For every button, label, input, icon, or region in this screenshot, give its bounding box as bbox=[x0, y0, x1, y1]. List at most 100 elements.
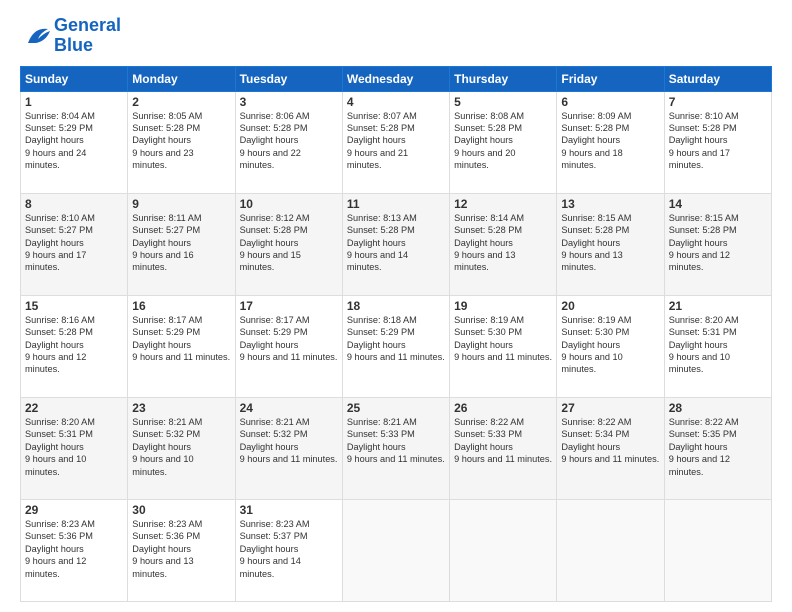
calendar-cell: 12 Sunrise: 8:14 AM Sunset: 5:28 PM Dayl… bbox=[450, 193, 557, 295]
daylight-duration: 9 hours and 13 minutes. bbox=[561, 250, 622, 272]
daylight-duration: 9 hours and 21 minutes. bbox=[347, 148, 408, 170]
calendar-cell: 18 Sunrise: 8:18 AM Sunset: 5:29 PM Dayl… bbox=[342, 295, 449, 397]
day-info: Sunrise: 8:10 AM Sunset: 5:28 PM Dayligh… bbox=[669, 110, 767, 172]
day-info: Sunrise: 8:10 AM Sunset: 5:27 PM Dayligh… bbox=[25, 212, 123, 274]
daylight-label: Daylight hours bbox=[561, 442, 620, 452]
day-info: Sunrise: 8:20 AM Sunset: 5:31 PM Dayligh… bbox=[25, 416, 123, 478]
sunrise-label: Sunrise: 8:07 AM bbox=[347, 111, 417, 121]
day-number: 10 bbox=[240, 197, 338, 211]
sunrise-label: Sunrise: 8:11 AM bbox=[132, 213, 201, 223]
calendar-cell: 4 Sunrise: 8:07 AM Sunset: 5:28 PM Dayli… bbox=[342, 91, 449, 193]
sunset-label: Sunset: 5:28 PM bbox=[561, 225, 629, 235]
daylight-duration: 9 hours and 13 minutes. bbox=[454, 250, 515, 272]
sunset-label: Sunset: 5:29 PM bbox=[25, 123, 93, 133]
sunset-label: Sunset: 5:28 PM bbox=[454, 225, 522, 235]
sunset-label: Sunset: 5:32 PM bbox=[132, 429, 200, 439]
sunset-label: Sunset: 5:31 PM bbox=[669, 327, 737, 337]
day-info: Sunrise: 8:09 AM Sunset: 5:28 PM Dayligh… bbox=[561, 110, 659, 172]
daylight-label: Daylight hours bbox=[561, 340, 620, 350]
daylight-label: Daylight hours bbox=[454, 340, 513, 350]
day-number: 14 bbox=[669, 197, 767, 211]
calendar-cell: 16 Sunrise: 8:17 AM Sunset: 5:29 PM Dayl… bbox=[128, 295, 235, 397]
day-info: Sunrise: 8:22 AM Sunset: 5:35 PM Dayligh… bbox=[669, 416, 767, 478]
day-number: 24 bbox=[240, 401, 338, 415]
daylight-duration: 9 hours and 22 minutes. bbox=[240, 148, 301, 170]
day-info: Sunrise: 8:22 AM Sunset: 5:33 PM Dayligh… bbox=[454, 416, 552, 466]
day-number: 4 bbox=[347, 95, 445, 109]
sunrise-label: Sunrise: 8:13 AM bbox=[347, 213, 417, 223]
daylight-label: Daylight hours bbox=[347, 340, 406, 350]
logo: General Blue bbox=[20, 16, 121, 56]
day-number: 6 bbox=[561, 95, 659, 109]
sunrise-label: Sunrise: 8:10 AM bbox=[25, 213, 95, 223]
day-number: 9 bbox=[132, 197, 230, 211]
sunset-label: Sunset: 5:29 PM bbox=[132, 327, 200, 337]
day-number: 8 bbox=[25, 197, 123, 211]
daylight-duration: 9 hours and 12 minutes. bbox=[669, 250, 730, 272]
sunset-label: Sunset: 5:28 PM bbox=[240, 225, 308, 235]
day-number: 1 bbox=[25, 95, 123, 109]
weekday-header-cell: Sunday bbox=[21, 66, 128, 91]
day-number: 19 bbox=[454, 299, 552, 313]
day-number: 3 bbox=[240, 95, 338, 109]
sunrise-label: Sunrise: 8:22 AM bbox=[561, 417, 631, 427]
sunrise-label: Sunrise: 8:06 AM bbox=[240, 111, 310, 121]
daylight-duration: 9 hours and 16 minutes. bbox=[132, 250, 193, 272]
daylight-duration: 9 hours and 11 minutes. bbox=[454, 454, 552, 464]
daylight-label: Daylight hours bbox=[454, 135, 513, 145]
calendar-cell: 17 Sunrise: 8:17 AM Sunset: 5:29 PM Dayl… bbox=[235, 295, 342, 397]
calendar-cell: 23 Sunrise: 8:21 AM Sunset: 5:32 PM Dayl… bbox=[128, 397, 235, 499]
sunset-label: Sunset: 5:33 PM bbox=[347, 429, 415, 439]
sunrise-label: Sunrise: 8:15 AM bbox=[669, 213, 739, 223]
sunset-label: Sunset: 5:29 PM bbox=[347, 327, 415, 337]
calendar-cell: 11 Sunrise: 8:13 AM Sunset: 5:28 PM Dayl… bbox=[342, 193, 449, 295]
daylight-duration: 9 hours and 12 minutes. bbox=[25, 352, 86, 374]
calendar-cell: 26 Sunrise: 8:22 AM Sunset: 5:33 PM Dayl… bbox=[450, 397, 557, 499]
calendar-cell: 29 Sunrise: 8:23 AM Sunset: 5:36 PM Dayl… bbox=[21, 499, 128, 601]
sunrise-label: Sunrise: 8:23 AM bbox=[132, 519, 202, 529]
daylight-duration: 9 hours and 23 minutes. bbox=[132, 148, 193, 170]
calendar-cell: 8 Sunrise: 8:10 AM Sunset: 5:27 PM Dayli… bbox=[21, 193, 128, 295]
daylight-label: Daylight hours bbox=[669, 238, 728, 248]
day-info: Sunrise: 8:04 AM Sunset: 5:29 PM Dayligh… bbox=[25, 110, 123, 172]
calendar-table: SundayMondayTuesdayWednesdayThursdayFrid… bbox=[20, 66, 772, 602]
sunrise-label: Sunrise: 8:17 AM bbox=[240, 315, 310, 325]
calendar-cell: 31 Sunrise: 8:23 AM Sunset: 5:37 PM Dayl… bbox=[235, 499, 342, 601]
page: General Blue SundayMondayTuesdayWednesda… bbox=[0, 0, 792, 612]
day-info: Sunrise: 8:19 AM Sunset: 5:30 PM Dayligh… bbox=[561, 314, 659, 376]
daylight-label: Daylight hours bbox=[347, 442, 406, 452]
day-info: Sunrise: 8:17 AM Sunset: 5:29 PM Dayligh… bbox=[240, 314, 338, 364]
calendar-cell bbox=[557, 499, 664, 601]
sunrise-label: Sunrise: 8:09 AM bbox=[561, 111, 631, 121]
sunset-label: Sunset: 5:28 PM bbox=[347, 123, 415, 133]
sunset-label: Sunset: 5:34 PM bbox=[561, 429, 629, 439]
day-info: Sunrise: 8:06 AM Sunset: 5:28 PM Dayligh… bbox=[240, 110, 338, 172]
sunset-label: Sunset: 5:36 PM bbox=[25, 531, 93, 541]
day-number: 31 bbox=[240, 503, 338, 517]
sunrise-label: Sunrise: 8:20 AM bbox=[669, 315, 739, 325]
calendar-cell: 10 Sunrise: 8:12 AM Sunset: 5:28 PM Dayl… bbox=[235, 193, 342, 295]
daylight-label: Daylight hours bbox=[132, 544, 191, 554]
daylight-duration: 9 hours and 24 minutes. bbox=[25, 148, 86, 170]
sunset-label: Sunset: 5:32 PM bbox=[240, 429, 308, 439]
sunset-label: Sunset: 5:28 PM bbox=[240, 123, 308, 133]
calendar-cell: 7 Sunrise: 8:10 AM Sunset: 5:28 PM Dayli… bbox=[664, 91, 771, 193]
sunset-label: Sunset: 5:29 PM bbox=[240, 327, 308, 337]
day-number: 30 bbox=[132, 503, 230, 517]
daylight-duration: 9 hours and 11 minutes. bbox=[454, 352, 552, 362]
day-number: 25 bbox=[347, 401, 445, 415]
day-info: Sunrise: 8:23 AM Sunset: 5:36 PM Dayligh… bbox=[25, 518, 123, 580]
calendar-body: 1 Sunrise: 8:04 AM Sunset: 5:29 PM Dayli… bbox=[21, 91, 772, 601]
sunrise-label: Sunrise: 8:18 AM bbox=[347, 315, 417, 325]
logo-bird-icon bbox=[20, 25, 52, 47]
sunset-label: Sunset: 5:30 PM bbox=[561, 327, 629, 337]
sunset-label: Sunset: 5:36 PM bbox=[132, 531, 200, 541]
sunrise-label: Sunrise: 8:19 AM bbox=[561, 315, 631, 325]
calendar-cell: 22 Sunrise: 8:20 AM Sunset: 5:31 PM Dayl… bbox=[21, 397, 128, 499]
day-info: Sunrise: 8:07 AM Sunset: 5:28 PM Dayligh… bbox=[347, 110, 445, 172]
daylight-label: Daylight hours bbox=[132, 340, 191, 350]
sunrise-label: Sunrise: 8:04 AM bbox=[25, 111, 95, 121]
daylight-duration: 9 hours and 11 minutes. bbox=[132, 352, 230, 362]
day-info: Sunrise: 8:15 AM Sunset: 5:28 PM Dayligh… bbox=[561, 212, 659, 274]
sunrise-label: Sunrise: 8:22 AM bbox=[454, 417, 524, 427]
